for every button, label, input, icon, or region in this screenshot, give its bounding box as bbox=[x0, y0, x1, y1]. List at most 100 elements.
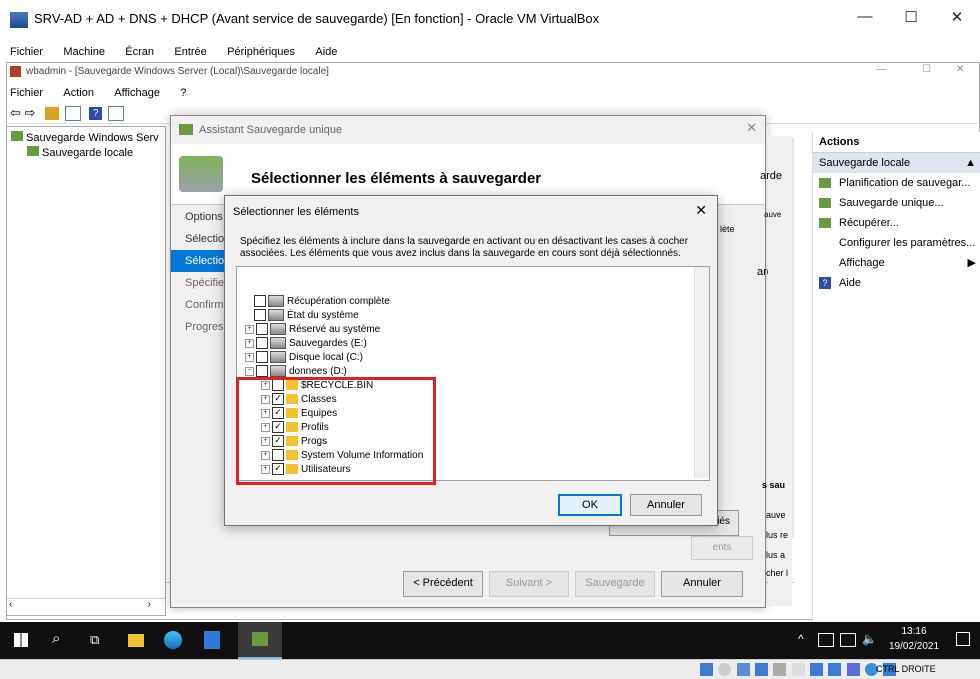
actions-section-sauvegarde-locale[interactable]: Sauvegarde locale ▲ bbox=[813, 153, 980, 173]
network-status-icon[interactable] bbox=[755, 663, 769, 676]
step-confirmation[interactable]: Confirm bbox=[171, 294, 227, 316]
system-icon bbox=[268, 295, 284, 308]
help-icon: ? bbox=[819, 277, 831, 289]
step-selection-items[interactable]: Sélection bbox=[171, 250, 227, 272]
tree-node[interactable]: + Disque local (C:) bbox=[245, 351, 363, 365]
show-tree-icon[interactable] bbox=[64, 106, 81, 122]
up-folder-icon[interactable] bbox=[45, 107, 60, 121]
server-manager-icon[interactable] bbox=[204, 631, 220, 649]
tree-node[interactable]: + Réservé au système bbox=[245, 323, 380, 337]
action-planification[interactable]: Planification de sauvegar... bbox=[813, 173, 980, 193]
action-aide[interactable]: ? Aide bbox=[813, 273, 980, 293]
drive-icon bbox=[270, 323, 286, 336]
display-status-icon[interactable] bbox=[810, 663, 824, 676]
clock-time[interactable]: 13:16 bbox=[888, 626, 940, 637]
hdd-status-icon[interactable] bbox=[700, 663, 713, 676]
virtualbox-titlebar: SRV-AD + AD + DNS + DHCP (Avant service … bbox=[0, 0, 980, 40]
action-sauvegarde-unique[interactable]: Sauvegarde unique... bbox=[813, 193, 980, 213]
dialog-title: Sélectionner les éléments bbox=[233, 206, 359, 218]
mmc-menu-help[interactable]: ? bbox=[180, 87, 186, 99]
step-progression[interactable]: Progress bbox=[171, 316, 227, 338]
mmc-icon bbox=[10, 66, 21, 77]
expand-icon[interactable]: + bbox=[245, 352, 254, 362]
file-explorer-icon[interactable] bbox=[128, 634, 144, 647]
wizard-cancel-button[interactable]: Annuler bbox=[661, 571, 743, 597]
mmc-min-icon[interactable]: — bbox=[876, 64, 886, 75]
step-options[interactable]: Options bbox=[171, 206, 227, 228]
item-checkbox[interactable] bbox=[254, 295, 266, 308]
usb-status-icon[interactable] bbox=[773, 663, 787, 676]
drive-icon bbox=[270, 351, 286, 364]
help-icon[interactable]: ? bbox=[89, 107, 103, 121]
tree-node[interactable]: État du système bbox=[245, 309, 359, 323]
action-pane-icon[interactable] bbox=[107, 106, 124, 122]
maximize-button[interactable]: ☐ bbox=[888, 8, 934, 26]
notifications-icon[interactable] bbox=[956, 632, 970, 646]
mmc-close-icon[interactable]: ✕ bbox=[956, 64, 964, 75]
item-checkbox[interactable] bbox=[254, 309, 266, 322]
wbadmin-taskbar-item[interactable] bbox=[238, 622, 282, 659]
dialog-cancel-button[interactable]: Annuler bbox=[630, 494, 702, 516]
backup-icon bbox=[11, 131, 23, 141]
add-items-button[interactable]: ents bbox=[691, 536, 753, 560]
mmc-max-icon[interactable]: ☐ bbox=[922, 64, 931, 75]
tree-node[interactable]: Récupération complète bbox=[245, 295, 390, 309]
tree-root[interactable]: Sauvegarde Windows Serv bbox=[7, 127, 165, 144]
tree-item-sauvegarde-locale[interactable]: Sauvegarde locale bbox=[7, 144, 165, 159]
display-icon[interactable] bbox=[840, 633, 856, 647]
next-button[interactable]: Suivant > bbox=[489, 571, 569, 597]
menu-machine[interactable]: Machine bbox=[63, 46, 105, 58]
ok-button[interactable]: OK bbox=[558, 494, 622, 516]
step-specifier[interactable]: Spécifier bbox=[171, 272, 227, 294]
expand-icon[interactable]: + bbox=[245, 338, 254, 348]
close-button[interactable]: ✕ bbox=[934, 8, 980, 26]
back-arrow-icon[interactable]: ⇦ bbox=[10, 105, 21, 120]
tree-node[interactable]: + Sauvegardes (E:) bbox=[245, 337, 367, 351]
action-affichage[interactable]: Affichage ▶ bbox=[813, 253, 980, 273]
mmc-menu-affichage[interactable]: Affichage bbox=[114, 87, 160, 99]
previous-button[interactable]: < Précédent bbox=[403, 571, 483, 597]
forward-arrow-icon[interactable]: ⇨ bbox=[25, 105, 36, 120]
menu-ecran[interactable]: Écran bbox=[125, 46, 154, 58]
item-checkbox[interactable] bbox=[256, 337, 268, 350]
menu-aide[interactable]: Aide bbox=[315, 46, 337, 58]
expand-icon[interactable]: + bbox=[245, 324, 254, 334]
edge-icon[interactable] bbox=[164, 631, 182, 649]
shared-folders-icon[interactable] bbox=[791, 663, 805, 676]
tree-node-label: Réservé au système bbox=[289, 324, 381, 335]
task-view-icon[interactable]: ⧉ bbox=[90, 632, 99, 648]
tree-hscrollbar[interactable]: ‹ › bbox=[7, 598, 165, 615]
menu-peripheriques[interactable]: Périphériques bbox=[227, 46, 295, 58]
cpu-status-icon[interactable] bbox=[846, 663, 860, 676]
audio-status-icon[interactable] bbox=[736, 663, 750, 676]
minimize-button[interactable]: — bbox=[842, 8, 888, 25]
clock-date[interactable]: 19/02/2021 bbox=[883, 641, 945, 652]
item-checkbox[interactable] bbox=[256, 351, 268, 364]
menu-entree[interactable]: Entrée bbox=[174, 46, 206, 58]
volume-icon[interactable]: 🔈 bbox=[862, 632, 877, 646]
expand-icon[interactable]: − bbox=[245, 366, 254, 376]
backup-button[interactable]: Sauvegarde bbox=[575, 571, 655, 597]
navigation-tree: Sauvegarde Windows Serv Sauvegarde local… bbox=[6, 126, 166, 616]
dialog-close-button[interactable]: ✕ bbox=[695, 202, 707, 219]
schedule-icon bbox=[819, 178, 831, 188]
optical-status-icon[interactable] bbox=[718, 663, 732, 676]
step-selection-config[interactable]: Sélection bbox=[171, 228, 227, 250]
mmc-menu-fichier[interactable]: Fichier bbox=[10, 87, 43, 99]
tree-vscrollbar[interactable] bbox=[694, 267, 709, 478]
recording-status-icon[interactable] bbox=[828, 663, 842, 676]
network-icon[interactable] bbox=[818, 633, 834, 647]
action-recuperer[interactable]: Récupérer... bbox=[813, 213, 980, 233]
tray-chevron-icon[interactable]: ^ bbox=[798, 632, 804, 646]
mmc-menu-action[interactable]: Action bbox=[63, 87, 94, 99]
action-configurer[interactable]: Configurer les paramètres... bbox=[813, 233, 980, 253]
collapse-arrow-icon[interactable]: ▲ bbox=[965, 153, 976, 173]
wizard-close-icon[interactable]: ✕ bbox=[746, 120, 757, 136]
backup-icon bbox=[252, 632, 268, 646]
search-icon[interactable]: ⌕ bbox=[52, 630, 60, 647]
menu-fichier[interactable]: Fichier bbox=[10, 46, 43, 58]
start-icon[interactable] bbox=[14, 633, 28, 647]
recover-icon bbox=[819, 218, 831, 228]
item-checkbox[interactable] bbox=[256, 323, 268, 336]
item-checkbox[interactable] bbox=[256, 365, 268, 378]
